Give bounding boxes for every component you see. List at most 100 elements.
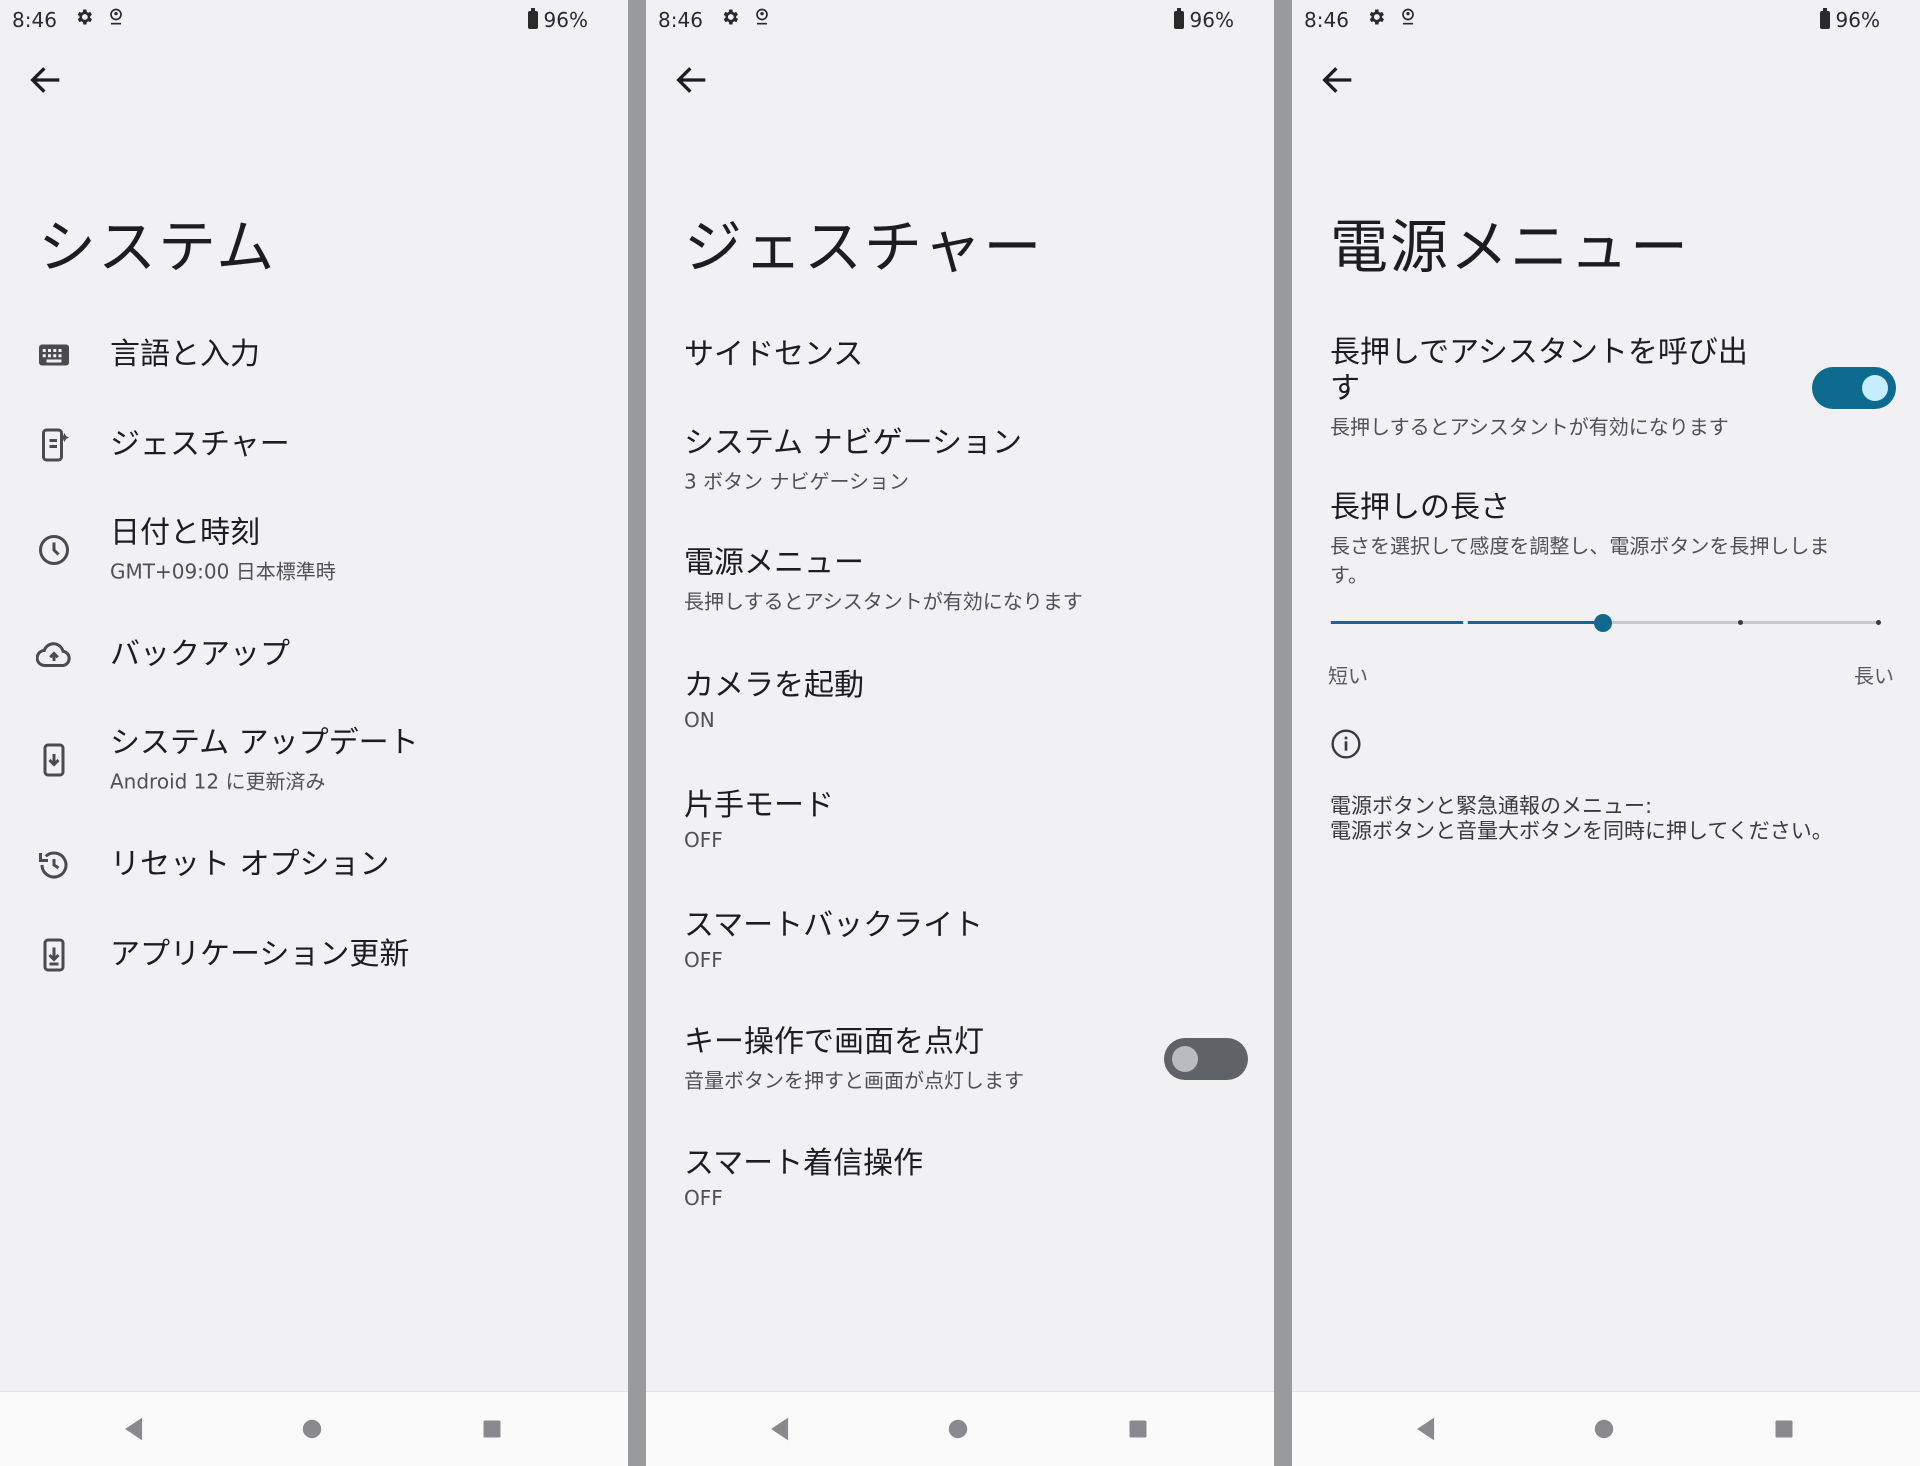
assistant-long-press-setting[interactable]: 長押しでアシスタントを呼び出 す 長押しするとアシスタントが有効になります <box>1330 335 1748 440</box>
battery-percent: 96% <box>1835 8 1880 32</box>
back-arrow-icon[interactable] <box>672 60 712 100</box>
item-title: システム ナビゲーション <box>684 425 1023 461</box>
item-subtitle: Android 12 に更新済み <box>110 769 326 794</box>
settings-item-gestures[interactable]: ジェスチャー <box>0 405 628 485</box>
clock-icon <box>39 535 69 565</box>
battery-icon <box>1173 8 1184 29</box>
slider-step-dot <box>1463 620 1468 625</box>
gesture-item-side-sense[interactable]: サイドセンス <box>646 305 1274 405</box>
slider-label-max: 長い <box>1854 664 1894 688</box>
item-subtitle: GMT+09:00 日本標準時 <box>110 559 336 584</box>
assistant-toggle[interactable] <box>1812 367 1896 409</box>
system-update-icon <box>43 743 65 777</box>
battery-percent: 96% <box>543 8 588 32</box>
gesture-item-launch-camera[interactable]: カメラを起動 ON <box>646 650 1274 750</box>
item-subtitle: OFF <box>684 1186 723 1210</box>
item-title: 言語と入力 <box>110 337 260 372</box>
gesture-item-one-handed-mode[interactable]: 片手モード OFF <box>646 770 1274 870</box>
page-title: システム <box>38 213 277 281</box>
settings-gear-icon <box>723 9 738 25</box>
battery-icon <box>1819 8 1830 29</box>
gesture-phone-icon <box>42 428 69 462</box>
item-subtitle: ON <box>684 708 715 732</box>
settings-item-app-update[interactable]: アプリケーション更新 <box>0 915 628 995</box>
settings-item-reset-options[interactable]: リセット オプション <box>0 825 628 905</box>
gesture-item-smart-backlight[interactable]: スマートバックライト OFF <box>646 890 1274 990</box>
item-subtitle-line1: 長さを選択して感度を調整し、電源ボタンを長押ししま <box>1330 534 1830 558</box>
slider-label-min: 短い <box>1328 664 1368 688</box>
location-person-icon <box>110 8 122 25</box>
nav-back-icon[interactable] <box>1410 1412 1444 1446</box>
nav-back-icon[interactable] <box>118 1412 152 1446</box>
gesture-item-smart-call-handling[interactable]: スマート着信操作 OFF <box>646 1128 1274 1228</box>
navigation-bar <box>0 1391 628 1466</box>
press-length-slider[interactable] <box>1325 613 1881 632</box>
power-menu-screen: 8:46 96% 電源メニュー 長押しでアシスタントを呼び出 す 長押しするとア… <box>1292 0 1920 1466</box>
info-icon <box>1331 729 1361 759</box>
item-title: 日付と時刻 <box>110 515 260 551</box>
status-bar: 8:46 96% <box>1304 6 1880 34</box>
keyboard-icon <box>39 344 69 366</box>
item-subtitle: 長押しするとアシスタントが有効になります <box>1330 415 1729 439</box>
navigation-bar <box>1292 1391 1920 1466</box>
settings-gear-icon <box>77 9 92 25</box>
navigation-bar <box>646 1391 1274 1466</box>
settings-item-backup[interactable]: バックアップ <box>0 615 628 695</box>
location-person-icon <box>1402 8 1414 25</box>
back-arrow-icon[interactable] <box>26 60 66 100</box>
item-title: キー操作で画面を点灯 <box>684 1024 984 1060</box>
item-title: サイドセンス <box>684 337 864 372</box>
status-bar: 8:46 96% <box>12 6 588 34</box>
gesture-item-power-menu[interactable]: 電源メニュー 長押しするとアシスタントが有効になります <box>646 530 1274 630</box>
settings-item-language-input[interactable]: 言語と入力 <box>0 315 628 395</box>
note-line1: 電源ボタンと緊急通報のメニュー: <box>1330 794 1653 818</box>
nav-home-icon[interactable] <box>941 1412 975 1446</box>
press-length-setting: 長押しの長さ 長さを選択して感度を調整し、電源ボタンを長押ししま す。 <box>1330 490 1829 588</box>
item-title-line1: 長押しでアシスタントを呼び出 <box>1330 335 1748 370</box>
nav-recents-icon[interactable] <box>475 1412 509 1446</box>
nav-recents-icon[interactable] <box>1121 1412 1155 1446</box>
nav-back-icon[interactable] <box>764 1412 798 1446</box>
item-subtitle: OFF <box>684 828 723 852</box>
settings-gear-icon <box>1369 9 1384 25</box>
nav-home-icon[interactable] <box>1587 1412 1621 1446</box>
status-bar: 8:46 96% <box>658 6 1234 34</box>
item-subtitle: 長押しするとアシスタントが有効になります <box>684 589 1083 614</box>
gesture-item-key-wake-screen[interactable]: キー操作で画面を点灯 音量ボタンを押すと画面が点灯します <box>646 1009 1274 1109</box>
item-title: システム アップデート <box>110 725 419 761</box>
item-title: 片手モード <box>684 788 834 823</box>
status-time: 8:46 <box>658 8 703 32</box>
item-title: 長押しの長さ <box>1330 490 1510 525</box>
toggle-knob <box>1862 375 1888 401</box>
cloud-upload-icon <box>36 642 71 667</box>
gesture-item-system-navigation[interactable]: システム ナビゲーション 3 ボタン ナビゲーション <box>646 410 1274 510</box>
item-title: アプリケーション更新 <box>110 937 410 972</box>
item-title: スマートバックライト <box>684 908 984 943</box>
power-menu-note: 電源ボタンと緊急通報のメニュー: 電源ボタンと音量大ボタンを同時に押してください… <box>1330 794 1833 844</box>
item-subtitle: 音量ボタンを押すと画面が点灯します <box>684 1068 1024 1093</box>
history-icon <box>39 851 68 879</box>
nav-recents-icon[interactable] <box>1767 1412 1801 1446</box>
location-person-icon <box>756 8 768 25</box>
status-time: 8:46 <box>1304 8 1349 32</box>
slider-step-dot <box>1738 620 1743 625</box>
item-title: 電源メニュー <box>684 545 864 581</box>
system-settings-screen: 8:46 96% システム 言語と入力 ジェスチャー 日付と時刻 GMT+09:… <box>0 0 628 1466</box>
battery-icon <box>527 8 538 29</box>
slider-thumb[interactable] <box>1594 613 1612 632</box>
page-title: ジェスチャー <box>684 213 1044 281</box>
item-title: リセット オプション <box>110 847 390 882</box>
back-arrow-icon[interactable] <box>1318 60 1358 100</box>
settings-item-system-update[interactable]: システム アップデート Android 12 に更新済み <box>0 720 628 800</box>
key-wake-screen-toggle[interactable] <box>1164 1038 1248 1080</box>
note-line2: 電源ボタンと音量大ボタンを同時に押してください。 <box>1330 819 1833 844</box>
slider-step-dot <box>1325 620 1331 625</box>
settings-item-date-time[interactable]: 日付と時刻 GMT+09:00 日本標準時 <box>0 510 628 590</box>
item-title: カメラを起動 <box>684 668 864 703</box>
status-time: 8:46 <box>12 8 57 32</box>
toggle-knob <box>1172 1046 1198 1072</box>
item-subtitle: 3 ボタン ナビゲーション <box>684 469 910 494</box>
nav-home-icon[interactable] <box>295 1412 329 1446</box>
slider-step-dot <box>1875 620 1881 625</box>
item-title: バックアップ <box>110 637 290 672</box>
